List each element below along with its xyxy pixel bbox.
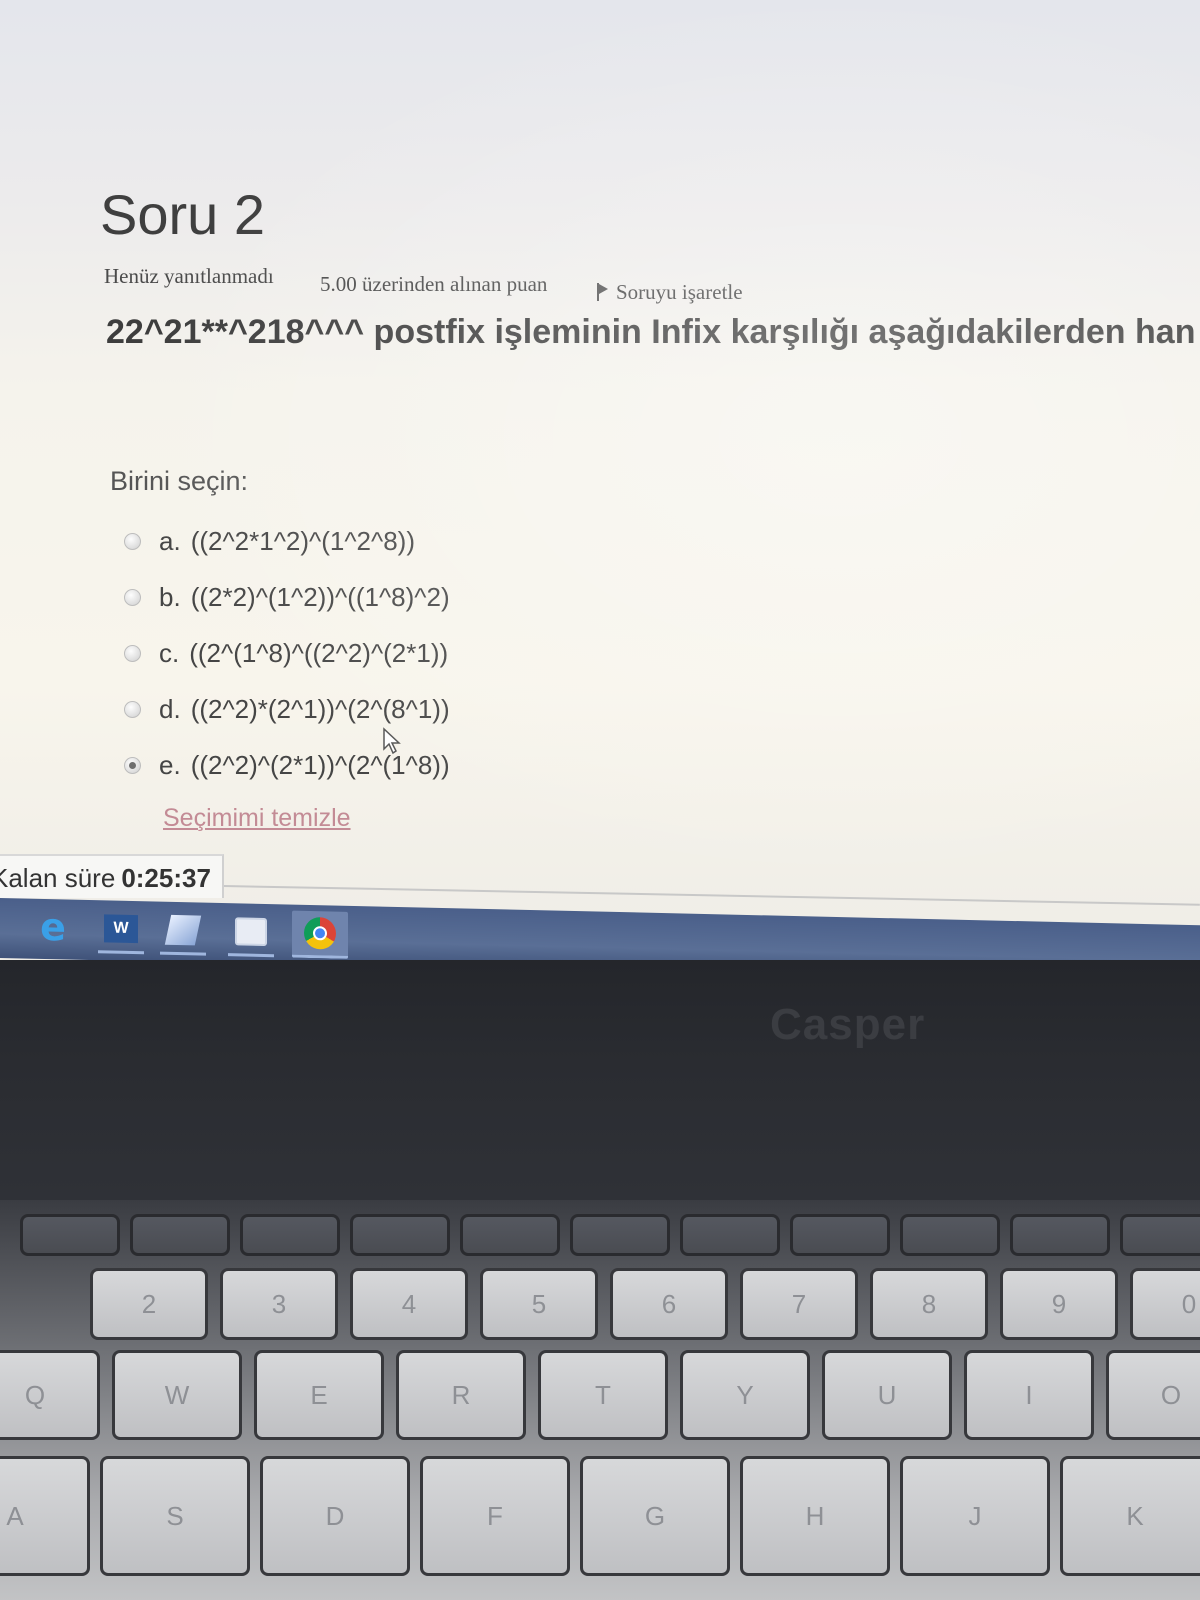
question-mark: 5.00 üzerinden alınan puan xyxy=(320,272,548,296)
option-letter: d. xyxy=(159,693,181,724)
key-3: 3 xyxy=(220,1268,338,1340)
function-key xyxy=(1120,1214,1200,1256)
radio-option-a[interactable] xyxy=(124,532,141,550)
option-text: ((2*2)^(1^2))^((1^8)^2) xyxy=(190,581,450,612)
key-t: T xyxy=(538,1350,668,1440)
option-letter: b. xyxy=(159,581,181,612)
answer-option-d[interactable]: d. ((2^2)*(2^1))^(2^(8^1)) xyxy=(110,681,810,737)
radio-option-d[interactable] xyxy=(124,700,141,718)
key-8: 8 xyxy=(870,1268,988,1340)
chrome-icon[interactable] xyxy=(292,910,348,959)
option-text: ((2^2*1^2)^(1^2^8)) xyxy=(190,525,415,556)
radio-option-b[interactable] xyxy=(124,588,141,606)
answer-option-c[interactable]: c. ((2^(1^8)^((2^2)^(2*1)) xyxy=(110,625,810,681)
word-letter: W xyxy=(104,914,138,944)
mouse-cursor-icon xyxy=(383,727,401,755)
key-0: 0 xyxy=(1130,1268,1200,1340)
answer-option-a[interactable]: a. ((2^2*1^2)^(1^2^8)) xyxy=(110,513,810,569)
key-i: I xyxy=(964,1350,1094,1440)
key-f: F xyxy=(420,1456,570,1576)
key-4: 4 xyxy=(350,1268,468,1340)
key-y: Y xyxy=(680,1350,810,1440)
key-w: W xyxy=(112,1350,242,1440)
divider-line xyxy=(223,885,1200,906)
function-key xyxy=(1010,1214,1110,1256)
option-letter: a. xyxy=(159,525,181,556)
remaining-time: Kalan süre 0:25:37 xyxy=(0,854,224,898)
function-key xyxy=(130,1214,230,1256)
answer-option-b[interactable]: b. ((2*2)^(1^2))^((1^8)^2) xyxy=(110,569,810,625)
laptop-brand-logo: Casper xyxy=(770,1000,926,1049)
key-o: O xyxy=(1106,1350,1200,1440)
key-s: S xyxy=(100,1456,250,1576)
function-key xyxy=(240,1214,340,1256)
store-icon[interactable] xyxy=(228,909,274,958)
flag-question-link[interactable]: Soruyu işaretle xyxy=(596,280,743,305)
function-key xyxy=(790,1214,890,1256)
word-icon[interactable]: W xyxy=(98,906,144,955)
key-h: H xyxy=(740,1456,890,1576)
function-key xyxy=(350,1214,450,1256)
key-u: U xyxy=(822,1350,952,1440)
radio-option-c[interactable] xyxy=(124,644,141,662)
key-r: R xyxy=(396,1350,526,1440)
function-key xyxy=(570,1214,670,1256)
timer-value: 0:25:37 xyxy=(121,863,211,893)
function-key xyxy=(20,1214,120,1256)
timer-label: Kalan süre xyxy=(0,863,116,893)
key-g: G xyxy=(580,1456,730,1576)
key-d: D xyxy=(260,1456,410,1576)
key-q: Q xyxy=(0,1350,100,1440)
answer-prompt: Birini seçin: xyxy=(110,466,249,496)
option-letter: c. xyxy=(159,637,180,668)
answer-options: a. ((2^2*1^2)^(1^2^8)) b. ((2*2)^(1^2))^… xyxy=(110,513,810,793)
flag-icon xyxy=(596,283,610,301)
option-letter: e. xyxy=(159,749,181,780)
question-status: Henüz yanıtlanmadı xyxy=(104,264,274,288)
key-6: 6 xyxy=(610,1268,728,1340)
question-info: Henüz yanıtlanmadı 5.00 üzerinden alınan… xyxy=(104,264,1104,304)
key-2: 2 xyxy=(90,1268,208,1340)
clear-selection-link[interactable]: Seçimimi temizle xyxy=(163,804,351,833)
key-a: A xyxy=(0,1456,90,1576)
key-j: J xyxy=(900,1456,1050,1576)
laptop-bezel xyxy=(0,960,1200,1220)
answer-option-e[interactable]: e. ((2^2)^(2*1))^(2^(1^8)) xyxy=(110,737,810,793)
key-9: 9 xyxy=(1000,1268,1118,1340)
option-text: ((2^(1^8)^((2^2)^(2*1)) xyxy=(189,637,449,668)
radio-option-e[interactable] xyxy=(124,756,141,774)
function-key xyxy=(680,1214,780,1256)
internet-explorer-icon[interactable]: e xyxy=(30,905,76,950)
laptop-keyboard: 2 3 4 5 6 7 8 9 0 Q W E R T Y U I O A S … xyxy=(0,1200,1200,1600)
browser-screen: Soru 2 Henüz yanıtlanmadı 5.00 üzerinden… xyxy=(0,0,1200,975)
flag-question-label: Soruyu işaretle xyxy=(616,280,743,304)
function-key xyxy=(460,1214,560,1256)
key-5: 5 xyxy=(480,1268,598,1340)
key-7: 7 xyxy=(740,1268,858,1340)
notes-icon[interactable] xyxy=(160,907,206,956)
option-text: ((2^2)*(2^1))^(2^(8^1)) xyxy=(190,693,450,724)
question-title: Soru 2 xyxy=(100,183,265,246)
answer-block: Birini seçin: a. ((2^2*1^2)^(1^2^8)) b. … xyxy=(110,466,810,793)
option-text: ((2^2)^(2*1))^(2^(1^8)) xyxy=(190,749,450,780)
question-text: 22^21**^218^^^ postfix işleminin Infix k… xyxy=(106,313,1200,351)
key-e: E xyxy=(254,1350,384,1440)
key-k: K xyxy=(1060,1456,1200,1576)
function-key xyxy=(900,1214,1000,1256)
